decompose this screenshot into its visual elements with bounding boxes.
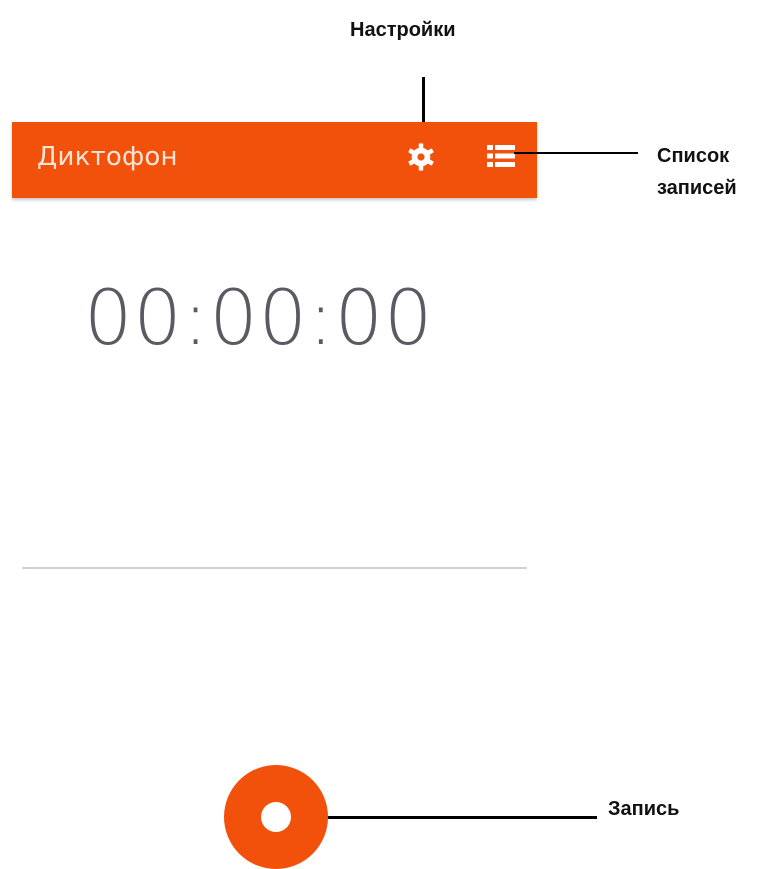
app-bar: Диктофон	[12, 122, 537, 198]
app-title: Диктофон	[37, 142, 178, 172]
annotation-list-pointer	[514, 152, 638, 154]
recordings-list-button[interactable]	[479, 134, 523, 178]
annotation-settings-label: Настройки	[350, 19, 456, 41]
list-icon	[487, 145, 515, 167]
divider	[22, 567, 527, 569]
annotation-record-pointer	[285, 816, 597, 819]
record-dot-icon	[261, 802, 291, 832]
timer-display: 00:00:00	[84, 273, 434, 362]
annotation-list-label-line2: записей	[657, 177, 737, 199]
annotation-list-label: Список записей	[657, 140, 737, 204]
annotation-list-label-line1: Список	[657, 145, 730, 167]
gear-icon	[408, 143, 434, 171]
annotation-record-label: Запись	[608, 798, 680, 820]
record-button[interactable]	[224, 765, 328, 869]
settings-button[interactable]	[399, 135, 443, 179]
